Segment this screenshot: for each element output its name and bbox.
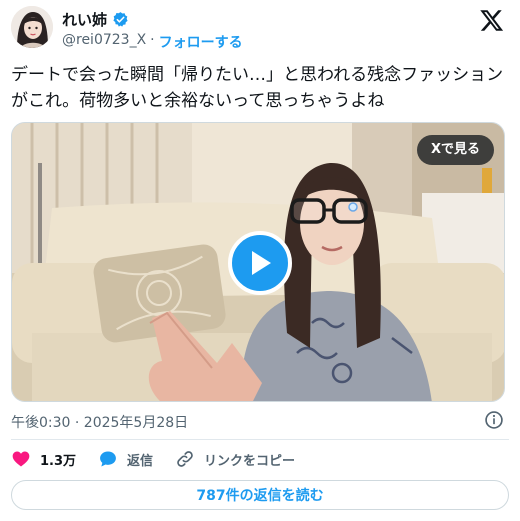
- view-on-x-button[interactable]: Xで見る: [416, 135, 494, 165]
- action-bar: 1.3万 返信 リンクをコピー: [11, 449, 317, 469]
- reply-button[interactable]: 返信: [98, 449, 153, 469]
- like-count: 1.3万: [40, 453, 77, 469]
- read-replies-button[interactable]: 787件の返信を読む: [11, 480, 509, 510]
- video-player[interactable]: Xで見る: [11, 122, 505, 402]
- speech-bubble-icon: [100, 451, 116, 467]
- info-icon[interactable]: [484, 410, 504, 430]
- like-button[interactable]: 1.3万: [11, 449, 76, 469]
- divider: [11, 439, 509, 440]
- x-logo-icon[interactable]: [480, 8, 504, 32]
- link-icon: [177, 451, 193, 467]
- reply-label: 返信: [127, 453, 154, 469]
- play-icon: [252, 251, 271, 275]
- heart-icon: [12, 451, 30, 467]
- author-handle[interactable]: @rei0723_X: [62, 32, 146, 52]
- tweet-text: デートで会った瞬間「帰りたい…」と思われる残念ファッションがこれ。荷物多いと余裕…: [11, 65, 504, 111]
- author-name-row: れい姉: [62, 9, 129, 30]
- handle-separator: ·: [150, 32, 155, 48]
- author-name[interactable]: れい姉: [62, 9, 107, 30]
- avatar[interactable]: [11, 6, 53, 48]
- play-button[interactable]: [228, 231, 292, 295]
- tweet-timestamp[interactable]: 午後0:30 · 2025年5月28日: [11, 412, 188, 432]
- copy-link-label: リンクをコピー: [204, 453, 296, 469]
- tweet-card: れい姉 @rei0723_X · フォローする デートで会った瞬間「帰りたい…」…: [0, 0, 520, 521]
- author-handle-row: @rei0723_X · フォローする: [62, 32, 243, 52]
- verified-badge-icon: [113, 12, 128, 27]
- follow-button[interactable]: フォローする: [159, 32, 243, 52]
- copy-link-button[interactable]: リンクをコピー: [175, 449, 295, 469]
